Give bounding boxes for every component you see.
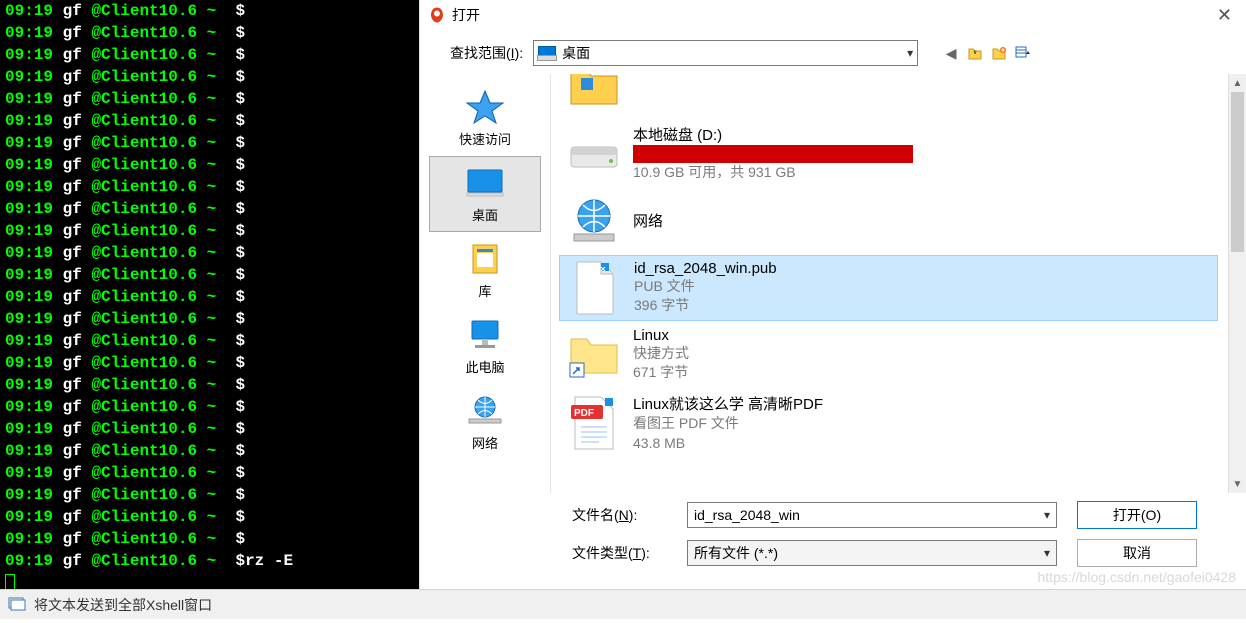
file-name: Linux就该这么学 高清晰PDF xyxy=(633,393,1210,414)
filename-combobox[interactable]: id_rsa_2048_win ▾ xyxy=(687,502,1057,528)
open-button[interactable]: 打开(O) xyxy=(1077,501,1197,529)
chevron-down-icon: ▾ xyxy=(1044,508,1050,522)
file-item-disk-d[interactable]: 本地磁盘 (D:) 10.9 GB 可用，共 931 GB xyxy=(559,120,1218,187)
place-label: 桌面 xyxy=(472,205,498,224)
file-item-network[interactable]: 网络 xyxy=(559,189,1218,253)
places-network[interactable]: 网络 xyxy=(429,384,541,460)
scroll-up-icon[interactable]: ▲ xyxy=(1229,74,1246,92)
file-subinfo: 10.9 GB 可用，共 931 GB xyxy=(633,163,1210,183)
dialog-title: 打开 xyxy=(452,5,480,25)
star-icon xyxy=(465,89,505,125)
places-library[interactable]: 库 xyxy=(429,232,541,308)
chevron-down-icon: ▾ xyxy=(1044,546,1050,560)
file-name: Linux xyxy=(633,327,1210,344)
network-icon xyxy=(567,193,621,249)
close-icon[interactable]: ✕ xyxy=(1211,5,1238,26)
folder-icon xyxy=(567,74,621,114)
app-icon xyxy=(428,6,446,24)
network-icon xyxy=(465,393,505,429)
filename-value: id_rsa_2048_win xyxy=(694,507,800,523)
up-icon[interactable] xyxy=(966,44,984,62)
scroll-track[interactable] xyxy=(1229,92,1246,475)
pc-icon xyxy=(465,317,505,353)
filetype-label: 文件类型(T): xyxy=(572,543,667,563)
filetype-combobox[interactable]: 所有文件 (*.*) ▾ xyxy=(687,540,1057,566)
terminal[interactable]: 09:19 gf @Client10.6 ~ $09:19 gf @Client… xyxy=(0,0,419,589)
cancel-button[interactable]: 取消 xyxy=(1077,539,1197,567)
filetype-value: 所有文件 (*.*) xyxy=(694,543,778,563)
dialog-bottom: 文件名(N): id_rsa_2048_win ▾ 打开(O) 文件类型(T):… xyxy=(420,493,1246,589)
scrollbar[interactable]: ▲ ▼ xyxy=(1228,74,1246,493)
places-this-pc[interactable]: 此电脑 xyxy=(429,308,541,384)
file-item-pdf[interactable]: PDF Linux就该这么学 高清晰PDF 看图王 PDF 文件 43.8 MB xyxy=(559,389,1218,457)
scroll-thumb[interactable] xyxy=(1231,92,1244,252)
broadcast-icon[interactable] xyxy=(8,595,26,614)
back-icon[interactable]: ◀ xyxy=(942,44,960,62)
places-quick-access[interactable]: 快速访问 xyxy=(429,80,541,156)
dialog-titlebar: 打开 ✕ xyxy=(420,0,1246,30)
file-icon xyxy=(568,260,622,316)
file-size: 671 字节 xyxy=(633,363,1210,383)
new-folder-icon[interactable] xyxy=(990,44,1008,62)
file-type: 看图王 PDF 文件 xyxy=(633,414,1210,434)
pdf-icon: PDF xyxy=(567,395,621,451)
places-desktop[interactable]: 桌面 xyxy=(429,156,541,232)
place-label: 快速访问 xyxy=(459,129,511,148)
file-item-linux[interactable]: Linux 快捷方式 671 字节 xyxy=(559,323,1218,387)
desktop-icon xyxy=(538,46,556,60)
lookup-row: 查找范围(I): 桌面 ▾ ◀ xyxy=(420,30,1246,74)
file-name: id_rsa_2048_win.pub xyxy=(634,260,1209,277)
file-item-partial[interactable] xyxy=(559,74,1218,118)
file-name: 本地磁盘 (D:) xyxy=(633,124,1210,145)
toolbar: ◀ xyxy=(942,44,1032,62)
status-text: 将文本发送到全部Xshell窗口 xyxy=(34,595,212,615)
file-type: PUB 文件 xyxy=(634,277,1209,297)
file-list: 本地磁盘 (D:) 10.9 GB 可用，共 931 GB 网络 xyxy=(550,74,1246,493)
lookup-value: 桌面 xyxy=(562,43,901,63)
place-label: 网络 xyxy=(472,433,498,452)
svg-text:PDF: PDF xyxy=(574,408,594,419)
file-size: 43.8 MB xyxy=(633,434,1210,454)
chevron-down-icon: ▾ xyxy=(907,46,913,60)
status-bar: 将文本发送到全部Xshell窗口 xyxy=(0,589,1246,619)
disk-usage-bar xyxy=(633,145,913,163)
desktop-icon xyxy=(465,165,505,201)
place-label: 库 xyxy=(478,281,491,300)
file-type: 快捷方式 xyxy=(633,344,1210,364)
filename-label: 文件名(N): xyxy=(572,505,667,525)
scroll-down-icon[interactable]: ▼ xyxy=(1229,475,1246,493)
file-name: 网络 xyxy=(633,210,1210,231)
dialog-middle: 快速访问 桌面 库 此 xyxy=(420,74,1246,493)
view-menu-icon[interactable] xyxy=(1014,44,1032,62)
lookup-label: 查找范围(I): xyxy=(450,43,523,63)
places-bar: 快速访问 桌面 库 此 xyxy=(420,74,550,493)
file-item-pub[interactable]: id_rsa_2048_win.pub PUB 文件 396 字节 xyxy=(559,255,1218,321)
library-icon xyxy=(465,241,505,277)
place-label: 此电脑 xyxy=(465,357,504,376)
drive-icon xyxy=(567,125,621,181)
open-file-dialog: 打开 ✕ 查找范围(I): 桌面 ▾ ◀ xyxy=(419,0,1246,589)
file-size: 396 字节 xyxy=(634,296,1209,316)
folder-shortcut-icon xyxy=(567,327,621,383)
lookup-combobox[interactable]: 桌面 ▾ xyxy=(533,40,918,66)
